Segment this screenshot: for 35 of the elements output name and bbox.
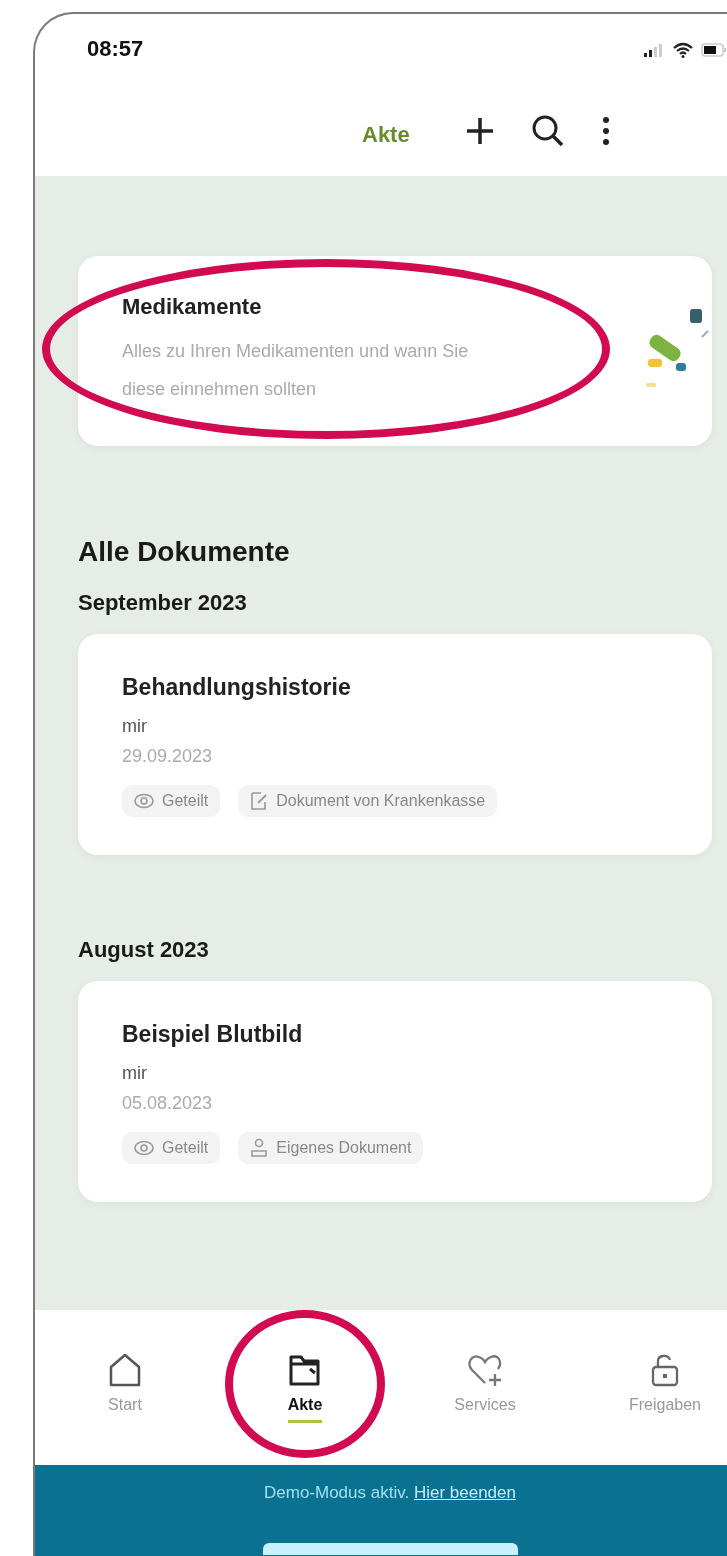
document-tag: Geteilt <box>122 1132 221 1164</box>
search-button[interactable] <box>530 114 565 148</box>
home-icon <box>108 1352 142 1388</box>
add-button[interactable] <box>464 116 495 146</box>
status-time: 08:57 <box>87 36 144 62</box>
document-tag: Geteilt <box>122 785 221 817</box>
nav-tab[interactable]: Akte <box>287 1352 323 1423</box>
document-card[interactable]: Behandlungshistorie mir 29.09.2023 Geteilt Dokument von Krankenkasse <box>78 634 712 855</box>
eye-icon <box>134 793 154 809</box>
month-heading: August 2023 <box>78 937 210 963</box>
document-date: 05.08.2023 <box>122 1092 214 1115</box>
document-card[interactable]: Beispiel Blutbild mir 05.08.2023 Geteilt Eigenes Dokument <box>78 981 712 1202</box>
document-tag: Eigenes Dokument <box>238 1132 424 1164</box>
document-date: 29.09.2023 <box>122 745 214 768</box>
document-title: Behandlungshistorie <box>122 674 352 701</box>
section-heading: Alle Dokumente <box>78 536 291 568</box>
end-demo-link[interactable]: Hier beenden <box>413 1483 516 1502</box>
wifi-icon <box>673 42 693 58</box>
month-heading: September 2023 <box>78 590 248 616</box>
signal-icon <box>643 43 665 57</box>
screen-title: Akte <box>362 122 410 148</box>
more-options-button[interactable] <box>600 114 611 148</box>
demo-mode-notice: Demo-Modus aktiv. Hier beenden <box>264 1483 516 1503</box>
document-author: mir <box>122 1062 148 1085</box>
card-title: Medikamente <box>122 294 263 320</box>
medication-card[interactable]: Medikamente Alles zu Ihren Medikamenten und wann Sie diese einnehmen sollten <box>78 256 712 446</box>
heart-plus-icon <box>466 1352 504 1388</box>
document-tag: Dokument von Krankenkasse <box>238 785 498 817</box>
person-icon <box>250 1138 269 1158</box>
eye-icon <box>134 1140 154 1156</box>
battery-icon <box>701 43 727 57</box>
document-author: mir <box>122 715 148 738</box>
card-description: Alles zu Ihren Medikamenten und wann Sie diese einnehmen sollten <box>122 340 470 401</box>
document-edit-icon <box>250 791 269 811</box>
document-title: Beispiel Blutbild <box>122 1021 304 1048</box>
